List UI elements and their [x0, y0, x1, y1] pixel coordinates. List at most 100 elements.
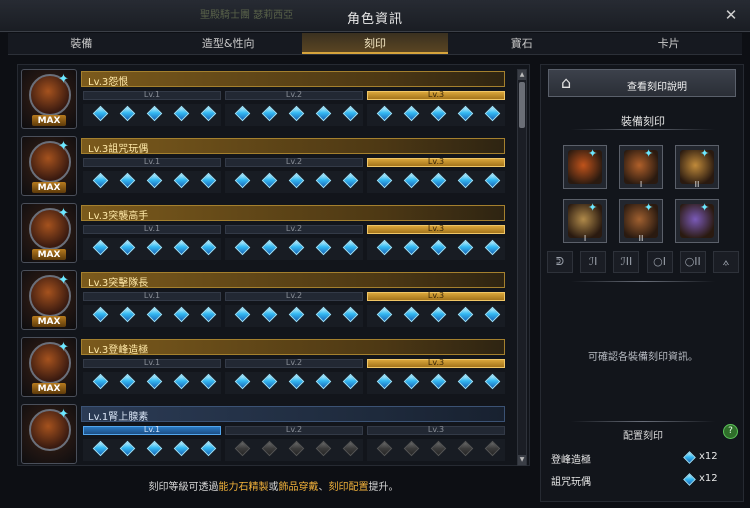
gem-active-icon	[288, 239, 305, 256]
earring-slot-2[interactable]: ✦ II	[675, 145, 719, 189]
earring-icon[interactable]: ℐII	[613, 251, 640, 273]
gem-active-icon	[92, 440, 109, 457]
help-question-icon[interactable]: ?	[723, 424, 738, 439]
level-gems	[225, 305, 363, 327]
sparkle-icon: ✦	[58, 340, 69, 355]
gem-active-icon	[457, 172, 474, 189]
level-label: Lv.1	[143, 291, 161, 300]
ring-icon[interactable]: ○II	[679, 251, 706, 273]
gem-active-icon	[234, 239, 251, 256]
level-label: Lv.1	[143, 90, 161, 99]
engraving-help-button[interactable]: ⌂ 查看刻印說明	[548, 69, 736, 97]
level-segment: Lv.3	[367, 425, 505, 462]
gem-inactive-icon	[403, 440, 420, 457]
engraving-row[interactable]: ✦ MAX Lv.3怨恨 Lv.1 Lv.2 Lv.3	[21, 69, 507, 131]
level-label: Lv.3	[427, 291, 445, 300]
level-gems	[225, 372, 363, 394]
ability-stone-slot[interactable]: ✦	[675, 199, 719, 243]
level-label: Lv.1	[143, 224, 161, 233]
level-segment: Lv.2	[225, 291, 363, 328]
level-segment: Lv.1	[83, 358, 221, 395]
gem-active-icon	[173, 373, 190, 390]
earring-slot-1[interactable]: ✦ I	[619, 145, 663, 189]
level-bar: Lv.3	[367, 425, 505, 435]
engraving-list[interactable]: ✦ MAX Lv.3怨恨 Lv.1 Lv.2 Lv.3 ✦ MAX Lv.3詛咒玩偶 Lv.1 Lv…	[17, 64, 530, 466]
divider	[571, 421, 715, 422]
stone-icon[interactable]: ⟑	[712, 251, 739, 273]
level-bar: Lv.2	[225, 224, 363, 234]
gem-active-icon	[200, 440, 217, 457]
tab-1[interactable]: 造型&性向	[155, 33, 302, 54]
master-of-ambush-icon: ✦ MAX	[21, 203, 77, 263]
level-segment: Lv.2	[225, 157, 363, 194]
scroll-down-icon[interactable]: ▼	[518, 455, 526, 465]
ring-slot-2[interactable]: ✦ II	[619, 199, 663, 243]
slot-numeral: II	[694, 180, 700, 189]
ring-slot-1[interactable]: ✦ I	[563, 199, 607, 243]
gem-active-icon	[288, 373, 305, 390]
earring-icon[interactable]: ℐI	[580, 251, 607, 273]
level-gems	[83, 372, 221, 394]
level-label: Lv.2	[285, 90, 303, 99]
sparkle-icon: ✦	[700, 201, 710, 214]
scroll-thumb[interactable]	[519, 82, 525, 128]
ring-icon[interactable]: ○I	[646, 251, 673, 273]
level-bar: Lv.2	[225, 90, 363, 100]
gem-active-icon	[261, 239, 278, 256]
engraving-levels: Lv.1 Lv.2 Lv.3	[83, 157, 505, 194]
gem-active-icon	[119, 306, 136, 323]
gem-active-icon	[403, 105, 420, 122]
level-bar: Lv.2	[225, 425, 363, 435]
sparkle-icon: ✦	[58, 72, 69, 87]
level-segment: Lv.1	[83, 90, 221, 127]
gem-active-icon	[92, 239, 109, 256]
gem-active-icon	[484, 172, 501, 189]
level-bar: Lv.1	[83, 425, 221, 435]
equipment-engraving-panel: ⌂ 查看刻印說明 裝備刻印 ✦ ✦ I ✦ II ✦ I ✦ II ✦ ᕲ ℐI ℐII ○I ○II ⟑ …	[540, 64, 744, 502]
gem-active-icon	[403, 373, 420, 390]
slot-numeral: I	[639, 180, 643, 189]
gem-active-icon	[234, 172, 251, 189]
hint-accessory: 飾品穿戴	[278, 482, 319, 493]
level-label: Lv.3	[427, 157, 445, 166]
level-label: Lv.1	[143, 425, 161, 434]
level-label: Lv.1	[143, 358, 161, 367]
gem-active-icon	[200, 239, 217, 256]
gem-active-icon	[315, 373, 332, 390]
gem-active-icon	[457, 373, 474, 390]
gem-inactive-icon	[430, 440, 447, 457]
engraving-header: Lv.3登峰造極	[81, 339, 505, 356]
engraving-row[interactable]: ✦ Lv.1腎上腺素 Lv.1 Lv.2 Lv.3	[21, 404, 507, 465]
tab-3[interactable]: 寶石	[448, 33, 595, 54]
close-icon[interactable]: ✕	[722, 6, 740, 24]
scroll-up-icon[interactable]: ▲	[518, 70, 526, 80]
gem-active-icon	[92, 373, 109, 390]
sparkle-icon: ✦	[58, 139, 69, 154]
tab-2[interactable]: 刻印	[301, 33, 449, 54]
engraving-row[interactable]: ✦ MAX Lv.3登峰造極 Lv.1 Lv.2 Lv.3	[21, 337, 507, 399]
gem-active-icon	[146, 373, 163, 390]
sparkle-icon: ✦	[58, 407, 69, 422]
gem-icon	[683, 473, 696, 486]
engraving-list-scrollbar[interactable]: ▲ ▼	[517, 69, 527, 466]
engraving-header: Lv.3怨恨	[81, 71, 505, 88]
tab-4[interactable]: 卡片	[595, 33, 742, 54]
gem-active-icon	[430, 172, 447, 189]
gem-inactive-icon	[457, 440, 474, 457]
engraving-row[interactable]: ✦ MAX Lv.3突襲高手 Lv.1 Lv.2 Lv.3	[21, 203, 507, 265]
gem-active-icon	[315, 306, 332, 323]
level-bar: Lv.3	[367, 224, 505, 234]
necklace-icon[interactable]: ᕲ	[547, 251, 573, 273]
engraving-row[interactable]: ✦ MAX Lv.3突擊隊長 Lv.1 Lv.2 Lv.3	[21, 270, 507, 332]
necklace-slot[interactable]: ✦	[563, 145, 607, 189]
engraving-levels: Lv.1 Lv.2 Lv.3	[83, 90, 505, 127]
gem-active-icon	[234, 105, 251, 122]
gem-active-icon	[315, 105, 332, 122]
level-segment: Lv.3	[367, 224, 505, 261]
tab-0[interactable]: 裝備	[8, 33, 155, 54]
engraving-levels: Lv.1 Lv.2 Lv.3	[83, 425, 505, 462]
gem-active-icon	[92, 306, 109, 323]
engraving-name: Lv.3詛咒玩偶	[88, 144, 149, 155]
level-segment: Lv.2	[225, 358, 363, 395]
engraving-row[interactable]: ✦ MAX Lv.3詛咒玩偶 Lv.1 Lv.2 Lv.3	[21, 136, 507, 198]
